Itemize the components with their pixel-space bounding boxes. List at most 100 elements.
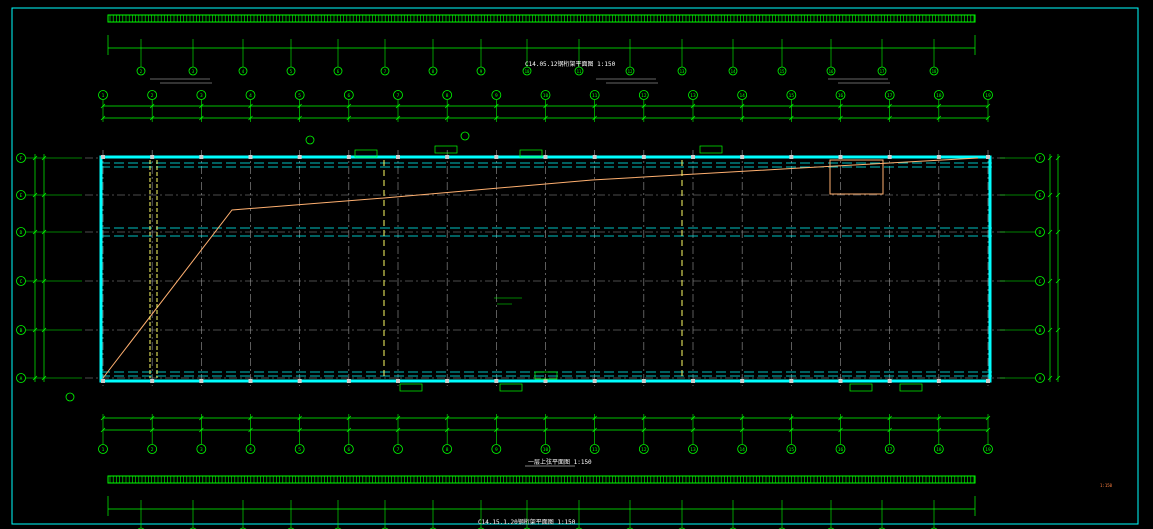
column-marker — [838, 155, 843, 159]
column-marker — [396, 155, 400, 159]
column-marker — [494, 155, 499, 159]
axis-label: 8 — [446, 447, 449, 453]
axis-label: 3 — [200, 447, 203, 453]
column-marker — [936, 155, 941, 159]
strip-axis-label: 9 — [480, 69, 483, 74]
section-tag — [499, 383, 523, 392]
axis-label: 2 — [151, 447, 154, 453]
column-marker — [592, 379, 597, 383]
row-axis-label: C — [1039, 279, 1042, 285]
floor-plan — [65, 131, 1005, 402]
strip-axis-label: 6 — [337, 69, 340, 74]
row-axis-bubbles: A A B B C C D D E E F F — [16, 153, 1061, 383]
row-axis-label: E — [1039, 193, 1042, 199]
column-marker — [936, 379, 941, 383]
column-marker — [150, 155, 155, 159]
axis-label: 2 — [151, 93, 154, 99]
axis-label: 4 — [249, 93, 252, 99]
axis-label: 19 — [985, 93, 991, 99]
column-marker — [248, 379, 253, 383]
column-marker — [641, 379, 646, 383]
axis-label: 6 — [347, 93, 350, 99]
axis-label: 18 — [936, 93, 942, 99]
column-marker — [838, 379, 843, 383]
axis-label: 10 — [543, 447, 549, 453]
column-marker — [101, 379, 105, 383]
cad-drawing-canvas: 2 3 4 5 6 7 8 9 10 11 12 13 14 15 16 17 18 C14.05.12钢桁架平… — [11, 7, 1139, 529]
row-axis-label: B — [20, 328, 23, 334]
strip-axis-label: 4 — [242, 69, 245, 74]
column-marker — [986, 379, 990, 383]
column-marker — [740, 155, 745, 159]
axis-label: 1 — [102, 93, 105, 99]
column-marker — [101, 155, 105, 159]
axis-label: 5 — [298, 447, 301, 453]
axis-label: 3 — [200, 93, 203, 99]
strip-axis-label: 11 — [577, 69, 582, 74]
axis-label: 19 — [985, 447, 991, 453]
callout-bubble — [460, 131, 470, 141]
axis-label: 1 — [102, 447, 105, 453]
column-marker — [740, 379, 745, 383]
sheet-border — [11, 7, 1139, 525]
axis-label: 17 — [887, 447, 893, 453]
axis-label: 5 — [298, 93, 301, 99]
section-tag — [699, 145, 723, 154]
strip-axis-label: 2 — [140, 69, 143, 74]
column-marker — [445, 379, 450, 383]
strip-axis-label: 15 — [780, 69, 785, 74]
axis-label: 8 — [446, 93, 449, 99]
row-axis-label: B — [1039, 328, 1042, 334]
strip-axis-label: 17 — [880, 69, 885, 74]
axis-label: 13 — [690, 447, 696, 453]
top-strip-title: C14.05.12钢桁架平面图 1:150 — [525, 60, 616, 68]
axis-label: 15 — [789, 447, 795, 453]
column-marker — [199, 379, 204, 383]
axis-label: 9 — [495, 447, 498, 453]
row-axis-label: F — [1039, 156, 1042, 162]
row-axis-label: D — [20, 230, 23, 236]
column-marker — [887, 155, 892, 159]
axis-label: 4 — [249, 447, 252, 453]
yellow-column-annotation — [149, 160, 683, 378]
axis-label: 16 — [838, 93, 844, 99]
main-plan-title: 一层上弦平面图 1:150 — [528, 458, 592, 466]
section-tag — [434, 145, 458, 154]
column-marker — [543, 155, 548, 159]
axis-label: 7 — [397, 93, 400, 99]
axis-label: 14 — [739, 447, 745, 453]
top-dimension-lines: 1 2 3 4 5 6 7 8 9 10 11 12 13 14 15 16 17 18 19 — [98, 90, 993, 122]
strip-axis-label: 3 — [192, 69, 195, 74]
section-tag — [899, 383, 923, 392]
pipe-run — [102, 157, 979, 379]
column-marker — [297, 379, 302, 383]
column-marker — [986, 155, 990, 159]
corner-scale-note: 1:150 — [1100, 483, 1113, 488]
column-marker — [297, 155, 302, 159]
strip-axis-label: 8 — [432, 69, 435, 74]
column-marker — [592, 155, 597, 159]
axis-label: 15 — [789, 93, 795, 99]
bottom-strip-title: C14.15.1.20钢桁架平面图 1:150 — [478, 518, 576, 526]
axis-label: 18 — [936, 447, 942, 453]
strip-axis-label: 5 — [290, 69, 293, 74]
axis-label: 16 — [838, 447, 844, 453]
row-axis-label: C — [20, 279, 23, 285]
column-marker — [494, 379, 499, 383]
row-axis-label: D — [1039, 230, 1042, 236]
column-marker — [641, 155, 646, 159]
strip-axis-label: 16 — [829, 69, 834, 74]
row-axis-label: A — [20, 376, 23, 382]
axis-label: 10 — [543, 93, 549, 99]
section-tag — [849, 383, 873, 392]
axis-label: 11 — [592, 447, 598, 453]
axis-label: 11 — [592, 93, 598, 99]
row-axis-label: A — [1039, 376, 1042, 382]
strip-axis-label: 18 — [932, 69, 937, 74]
column-marker — [248, 155, 253, 159]
row-axis-label: F — [20, 156, 23, 162]
strip-axis-label: 13 — [680, 69, 685, 74]
column-marker — [691, 379, 695, 383]
strip-axis-label: 12 — [628, 69, 633, 74]
strip-axis-label: 14 — [731, 69, 736, 74]
